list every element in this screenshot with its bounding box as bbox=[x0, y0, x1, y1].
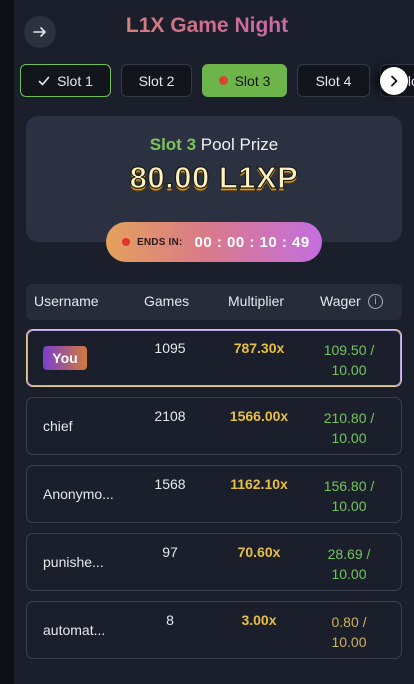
timer-value: 00 : 00 : 10 : 49 bbox=[194, 233, 310, 251]
page-title: L1X Game Night bbox=[0, 14, 414, 38]
check-icon bbox=[38, 76, 50, 85]
wager-value: 156.80 / 10.00 bbox=[313, 476, 385, 516]
header-multiplier: Multiplier bbox=[228, 293, 285, 309]
info-icon[interactable]: i bbox=[368, 294, 383, 309]
multiplier-value: 70.60x bbox=[237, 544, 281, 560]
multiplier-value: 787.30x bbox=[233, 340, 285, 356]
multiplier-value: 3.00x bbox=[241, 612, 277, 628]
wager-amount: 28.69 / bbox=[327, 546, 371, 562]
wager-amount: 109.50 / bbox=[323, 342, 375, 358]
timer-label: ENDS IN: bbox=[137, 236, 183, 248]
prize-slot-name: Slot 3 bbox=[149, 135, 197, 154]
leaderboard-row: punishe... 97 70.60x 28.69 / 10.00 bbox=[26, 533, 402, 591]
wager-value: 210.80 / 10.00 bbox=[313, 408, 385, 448]
wager-value: 0.80 / 10.00 bbox=[313, 612, 385, 652]
leaderboard-row: automat... 8 3.00x 0.80 / 10.00 bbox=[26, 601, 402, 659]
games-count: 2108 bbox=[154, 408, 186, 424]
you-badge: You bbox=[43, 346, 87, 370]
wager-value: 109.50 / 10.00 bbox=[313, 340, 385, 380]
slot-tabs: Slot 1 Slot 2 Slot 3 Slot 4 Slot 5 bbox=[20, 64, 414, 98]
wager-limit: 10.00 bbox=[331, 362, 367, 378]
wager-amount: 156.80 / bbox=[323, 478, 375, 494]
prize-label: Pool Prize bbox=[200, 135, 279, 154]
wager-limit: 10.00 bbox=[331, 430, 367, 446]
wager-limit: 10.00 bbox=[331, 566, 367, 582]
multiplier-value: 1162.10x bbox=[230, 476, 288, 492]
games-count: 1568 bbox=[154, 476, 186, 492]
wager-limit: 10.00 bbox=[331, 498, 367, 514]
wager-amount: 0.80 / bbox=[331, 614, 367, 630]
games-count: 8 bbox=[166, 612, 174, 628]
leaderboard-row-you: You 1095 787.30x 109.50 / 10.00 bbox=[26, 329, 402, 387]
countdown-timer: ENDS IN: 00 : 00 : 10 : 49 bbox=[106, 222, 322, 262]
header-username: Username bbox=[34, 293, 99, 309]
username: Anonymo... bbox=[43, 486, 114, 502]
games-count: 97 bbox=[162, 544, 178, 560]
tab-label: Slot 3 bbox=[234, 72, 271, 89]
wager-value: 28.69 / 10.00 bbox=[313, 544, 385, 584]
username: chief bbox=[43, 418, 73, 434]
tab-slot-4[interactable]: Slot 4 bbox=[297, 64, 370, 97]
tab-slot-3[interactable]: Slot 3 bbox=[202, 64, 287, 97]
header-wager: Wager bbox=[320, 293, 361, 309]
tab-slot-2[interactable]: Slot 2 bbox=[121, 64, 192, 97]
header-games: Games bbox=[144, 293, 190, 309]
leaderboard-row: Anonymo... 1568 1162.10x 156.80 / 10.00 bbox=[26, 465, 402, 523]
tab-label: Slot 4 bbox=[315, 72, 352, 89]
next-slots-button[interactable] bbox=[380, 67, 408, 95]
username: automat... bbox=[43, 622, 106, 638]
leaderboard-header: Username Games Multiplier Wager i bbox=[26, 284, 402, 320]
multiplier-value: 1566.00x bbox=[229, 408, 289, 424]
tab-slot-1[interactable]: Slot 1 bbox=[20, 64, 111, 97]
tab-label: Slot 1 bbox=[57, 72, 93, 89]
tab-label: Slot 2 bbox=[138, 72, 175, 89]
record-dot-icon bbox=[122, 238, 130, 246]
wager-amount: 210.80 / bbox=[323, 410, 375, 426]
pool-prize-label: Slot 3 Pool Prize bbox=[26, 135, 402, 155]
games-count: 1095 bbox=[154, 340, 186, 356]
username: punishe... bbox=[43, 554, 104, 570]
chevron-right-icon bbox=[391, 75, 398, 87]
wager-limit: 10.00 bbox=[331, 634, 367, 650]
leaderboard-row: chief 2108 1566.00x 210.80 / 10.00 bbox=[26, 397, 402, 455]
prize-amount: 80.00 L1XP bbox=[129, 159, 299, 195]
live-dot-icon bbox=[218, 76, 228, 85]
